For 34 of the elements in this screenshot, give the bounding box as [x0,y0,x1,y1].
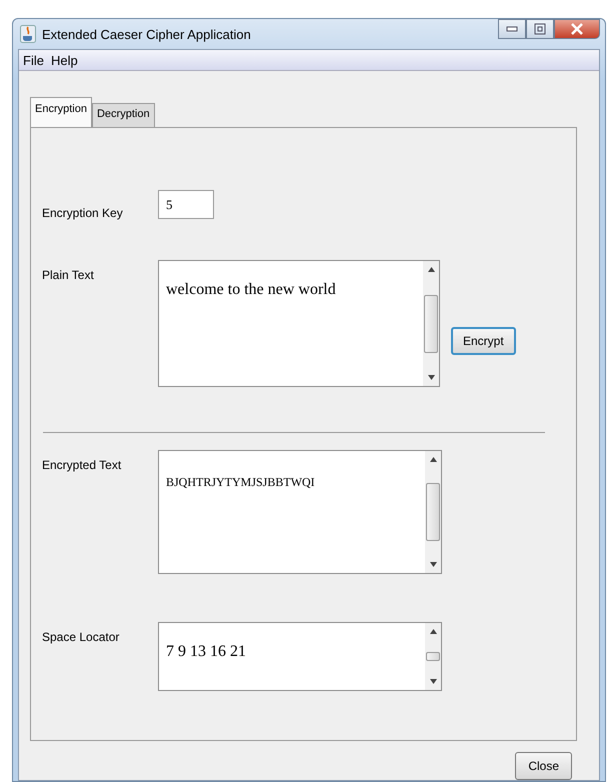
cup-icon [20,25,36,43]
plain-text-area[interactable]: welcome to the new world [158,260,440,387]
down-arrow-icon[interactable] [430,679,436,684]
menu-item[interactable]: File [23,52,44,68]
field-label: Plain Text [42,268,95,282]
maximize-icon [534,23,546,35]
encrypted-text-area[interactable]: BJQHTRJYTYMJSJBBTWQI [158,450,442,574]
scrollbar[interactable] [423,261,439,386]
scroll-thumb[interactable] [424,294,438,352]
up-arrow-icon[interactable] [428,267,434,272]
scroll-thumb[interactable] [426,652,440,661]
scroll-thumb[interactable] [426,483,440,541]
field-label: Space Locator [42,630,120,644]
close-button[interactable]: Close [515,752,572,780]
up-arrow-icon[interactable] [430,629,436,634]
minimize-icon [506,26,518,32]
close-button[interactable] [554,19,600,39]
tab[interactable]: Encryption [30,97,92,127]
down-arrow-icon[interactable] [430,562,436,567]
close-icon [570,23,584,35]
scrollbar[interactable] [425,623,441,690]
window-title: Extended Caeser Cipher Application [42,26,251,42]
menu-item[interactable]: Help [50,52,78,68]
encrypt-button[interactable]: Encrypt [451,327,516,355]
minimize-button[interactable] [498,19,526,39]
field-label: Encrypted Text [42,458,122,472]
field-label: Encryption Key [42,206,124,220]
tab[interactable]: Decryption [92,103,155,127]
maximize-button[interactable] [526,19,554,39]
scrollbar[interactable] [425,451,441,573]
up-arrow-icon[interactable] [430,457,436,462]
down-arrow-icon[interactable] [428,375,434,380]
key-field[interactable]: 5 [158,190,214,219]
space-locator-area[interactable]: 7 9 13 16 21 [158,622,442,691]
